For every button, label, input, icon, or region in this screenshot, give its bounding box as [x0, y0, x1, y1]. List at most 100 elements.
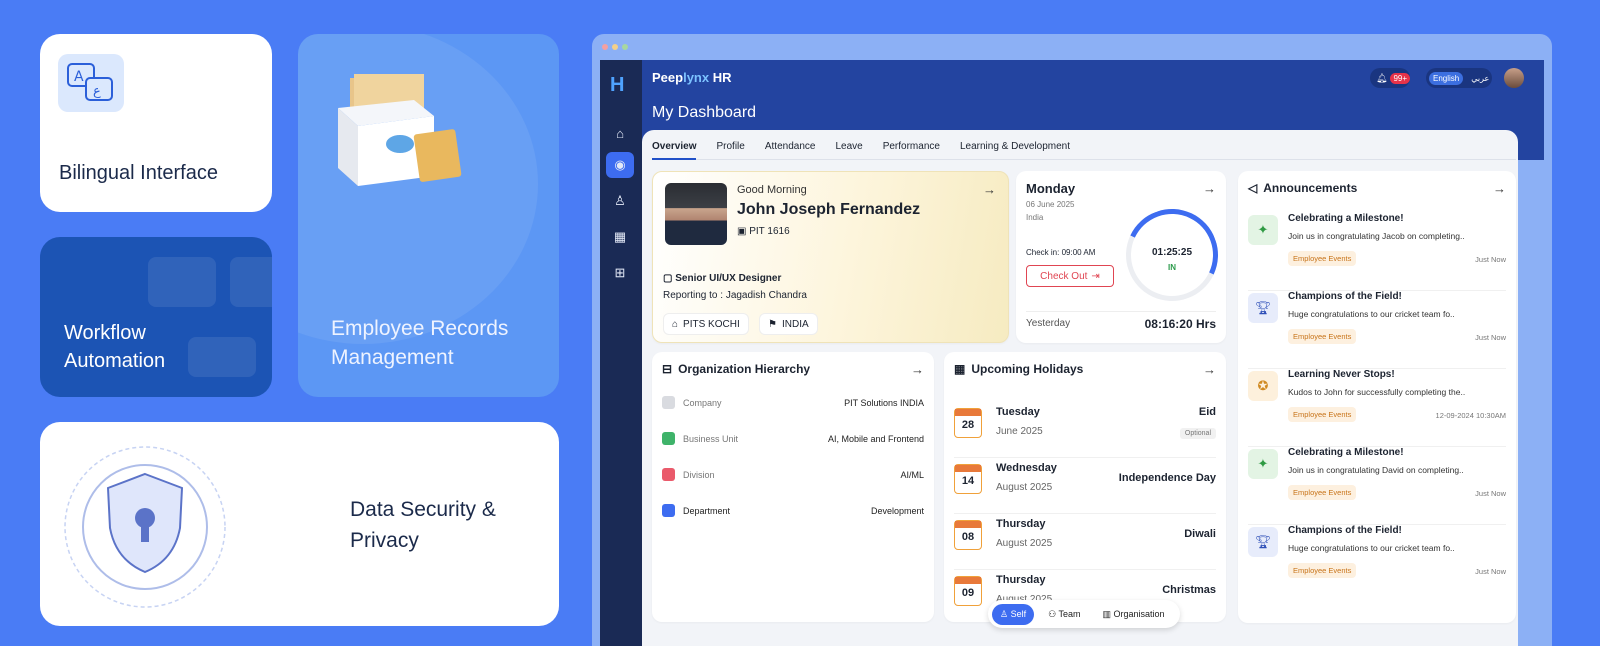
profile-card: Good Morning John Joseph Fernandez ▣ PIT… — [652, 171, 1009, 343]
holiday-row: 14 Wednesday August 2025 Independence Da… — [954, 460, 1216, 514]
attendance-card: Monday 06 June 2025 India → Check in: 09… — [1016, 171, 1231, 343]
arrow-right-icon[interactable]: → — [1493, 181, 1506, 196]
calendar-icon: ▦ — [954, 362, 966, 376]
award-icon: ✪ — [1248, 371, 1278, 401]
bell-icon: 🔔︎ — [1376, 72, 1388, 83]
tab-bar: Overview Profile Attendance Leave Perfor… — [652, 138, 1516, 160]
feature-card-workflow: Workflow Automation — [40, 237, 272, 397]
day-name: Monday — [1026, 181, 1076, 196]
arrow-right-icon[interactable]: → — [1203, 181, 1216, 196]
section-title: ◁ Announcements — [1248, 181, 1358, 195]
timestamp: Just Now — [1475, 333, 1506, 342]
timestamp: 12-09-2024 10:30AM — [1435, 411, 1506, 420]
brand: Peeplynx HR — [652, 70, 732, 85]
feature-title: Employee Records Management — [331, 317, 509, 369]
timer-value: 01:25:25 — [1151, 247, 1193, 258]
lang-arabic[interactable]: عربي — [1467, 72, 1493, 85]
nav-organisation[interactable]: ▥ Organisation — [1095, 604, 1173, 625]
language-toggle[interactable]: English عربي — [1426, 68, 1492, 88]
sidebar: H ⌂ ◉ ♙ ▦ ⊞ — [600, 60, 642, 646]
calendar-date-icon: 08 — [954, 520, 982, 550]
feature-card-security: Data Security & Privacy — [40, 422, 559, 626]
party-icon: ✦ — [1248, 449, 1278, 479]
yesterday-label: Yesterday — [1026, 318, 1071, 329]
announcement-item[interactable]: ✦ Celebrating a Milestone! Join us in co… — [1248, 447, 1506, 525]
tab-attendance[interactable]: Attendance — [765, 138, 816, 160]
section-title: ▦ Upcoming Holidays — [954, 362, 1084, 376]
org-chart-icon[interactable]: ⊞ — [606, 260, 634, 286]
shield-icon — [50, 432, 310, 626]
avatar[interactable] — [1504, 68, 1524, 88]
location-chip: ⌂ PITS KOCHI — [663, 313, 749, 335]
close-dot[interactable] — [602, 44, 608, 50]
country: India — [1026, 213, 1044, 222]
dashboard-icon[interactable]: ◉ — [606, 152, 634, 178]
home-icon[interactable]: ⌂ — [606, 120, 634, 146]
file-box-icon — [334, 72, 464, 197]
tab-overview[interactable]: Overview — [652, 138, 697, 160]
arrow-right-icon[interactable]: → — [1203, 362, 1216, 377]
feature-title: Workflow Automation — [64, 322, 166, 372]
greeting: Good Morning — [737, 184, 807, 196]
timestamp: Just Now — [1475, 489, 1506, 498]
category-badge: Employee Events — [1288, 251, 1357, 266]
trophy-icon: 🏆︎ — [1248, 293, 1278, 323]
holiday-row: 28 Tuesday June 2025 Eid Optional — [954, 404, 1216, 458]
org-row-division: Division AI/ML — [662, 468, 924, 481]
network-icon — [662, 432, 675, 445]
yesterday-hours: 08:16:20 Hrs — [1144, 317, 1216, 331]
country-chip: ⚑ INDIA — [759, 313, 818, 335]
translate-icon: Aع — [58, 54, 124, 112]
check-in-time: Check in: 09:00 AM — [1026, 248, 1096, 257]
nav-team[interactable]: ⚇ Team — [1040, 604, 1088, 625]
building-icon: ⌂ — [672, 318, 679, 330]
check-out-button[interactable]: Check Out ⇥ — [1026, 265, 1114, 287]
lang-english[interactable]: English — [1429, 71, 1464, 85]
holidays-card: ▦ Upcoming Holidays → 28 Tuesday June 202… — [944, 352, 1226, 622]
app-window: H ⌂ ◉ ♙ ▦ ⊞ Peeplynx HR My Dashboard 🔔︎ … — [592, 34, 1552, 646]
timestamp: Just Now — [1475, 567, 1506, 576]
tab-profile[interactable]: Profile — [716, 138, 744, 160]
svg-text:ع: ع — [93, 84, 101, 99]
calendar-date-icon: 28 — [954, 408, 982, 438]
optional-badge: Optional — [1179, 428, 1216, 439]
announcement-item[interactable]: ✪ Learning Never Stops! Kudos to John fo… — [1248, 369, 1506, 447]
department-icon — [662, 504, 675, 517]
tab-leave[interactable]: Leave — [835, 138, 862, 160]
org-row-company: Company PIT Solutions INDIA — [662, 396, 924, 409]
date: 06 June 2025 — [1026, 200, 1075, 209]
tab-performance[interactable]: Performance — [883, 138, 940, 160]
holiday-row: 08 Thursday August 2025 Diwali — [954, 516, 1216, 570]
feature-title: Data Security & Privacy — [350, 498, 496, 552]
notifications-button[interactable]: 🔔︎ 99+ — [1370, 68, 1411, 88]
calendar-icon[interactable]: ▦ — [606, 224, 634, 250]
org-hierarchy-card: ⊟ Organization Hierarchy → Company PIT Sol… — [652, 352, 934, 622]
category-badge: Employee Events — [1288, 329, 1357, 344]
minimize-dot[interactable] — [612, 44, 618, 50]
party-icon: ✦ — [1248, 215, 1278, 245]
logout-icon: ⇥ — [1091, 270, 1100, 282]
user-icon[interactable]: ♙ — [606, 188, 634, 214]
nav-self[interactable]: ♙ Self — [992, 603, 1035, 625]
org-row-department: Department Development — [662, 504, 924, 517]
announcement-item[interactable]: 🏆︎ Champions of the Field! Huge congratu… — [1248, 525, 1506, 603]
section-title: ⊟ Organization Hierarchy — [662, 362, 811, 376]
share-icon — [662, 468, 675, 481]
arrow-right-icon[interactable]: → — [983, 182, 996, 197]
tab-learning[interactable]: Learning & Development — [960, 138, 1070, 160]
bottom-nav: ♙ Self ⚇ Team ▥ Organisation — [988, 600, 1180, 628]
status-badge: IN — [1168, 263, 1176, 272]
maximize-dot[interactable] — [622, 44, 628, 50]
window-controls — [602, 44, 628, 50]
building-icon — [662, 396, 675, 409]
svg-text:A: A — [74, 69, 84, 85]
org-icon: ⊟ — [662, 362, 673, 376]
arrow-right-icon[interactable]: → — [911, 362, 924, 377]
announcement-item[interactable]: ✦ Celebrating a Milestone! Join us in co… — [1248, 213, 1506, 291]
announcement-item[interactable]: 🏆︎ Champions of the Field! Huge congratu… — [1248, 291, 1506, 369]
calendar-date-icon: 14 — [954, 464, 982, 494]
profile-photo — [665, 183, 727, 245]
app-logo: H — [610, 74, 625, 96]
employee-name: John Joseph Fernandez — [737, 201, 921, 218]
timestamp: Just Now — [1475, 255, 1506, 264]
